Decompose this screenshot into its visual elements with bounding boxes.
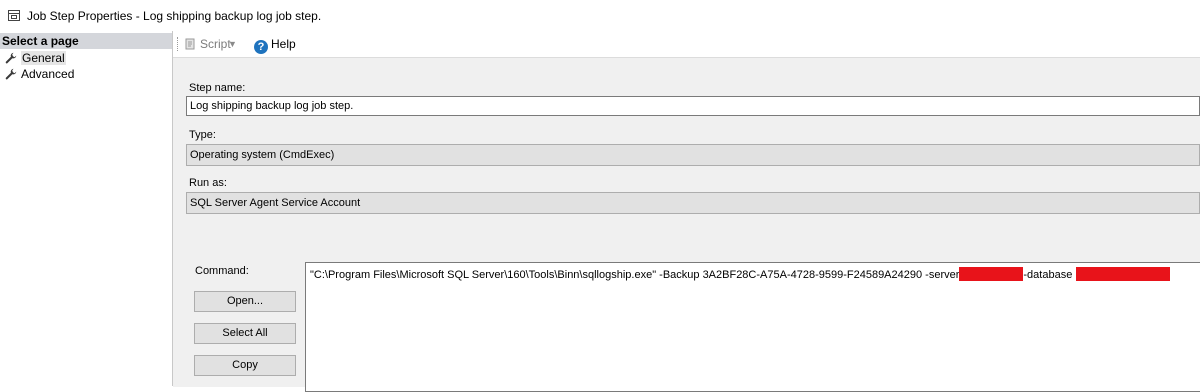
wrench-icon [5,68,17,80]
page-item-label: Advanced [21,67,75,81]
window-title: Job Step Properties - Log shipping backu… [27,9,322,23]
page-item-advanced[interactable]: Advanced [5,66,74,82]
help-button[interactable]: ? Help [254,35,296,54]
title-bar: Job Step Properties - Log shipping backu… [0,0,1200,30]
script-button[interactable]: Script [184,35,231,53]
run-as-label: Run as: [189,177,227,189]
redaction-server [959,267,1024,281]
command-text: "C:\Program Files\Microsoft SQL Server\1… [310,269,960,281]
window-icon [8,10,20,21]
toolbar: Script ▼ ? Help [173,31,1200,57]
select-all-button[interactable]: Select All [194,323,296,344]
page-item-label: General [21,51,66,65]
open-button[interactable]: Open... [194,291,296,312]
command-database-flag: -database [1023,269,1073,281]
select-page-header: Select a page [0,33,172,49]
help-label: Help [271,37,296,51]
command-line: "C:\Program Files\Microsoft SQL Server\1… [310,267,1171,282]
type-dropdown[interactable]: Operating system (CmdExec) [186,144,1200,166]
run-as-dropdown[interactable]: SQL Server Agent Service Account [186,192,1200,214]
script-icon [185,38,195,50]
copy-button[interactable]: Copy [194,355,296,376]
help-icon: ? [254,40,268,54]
command-label: Command: [195,265,249,277]
redaction-database [1076,267,1171,281]
chevron-down-icon[interactable]: ▼ [228,35,237,53]
step-name-input[interactable] [186,96,1200,116]
wrench-icon [5,52,17,64]
command-textbox[interactable]: "C:\Program Files\Microsoft SQL Server\1… [305,262,1200,392]
step-name-label: Step name: [189,82,246,94]
toolbar-grip [177,37,180,51]
select-page-pane: Select a page General Advanced [0,31,173,386]
general-page-content: Step name: Type: Operating system (CmdEx… [173,57,1200,392]
script-label: Script [200,37,231,51]
type-label: Type: [189,129,216,141]
page-item-general[interactable]: General [5,50,66,66]
